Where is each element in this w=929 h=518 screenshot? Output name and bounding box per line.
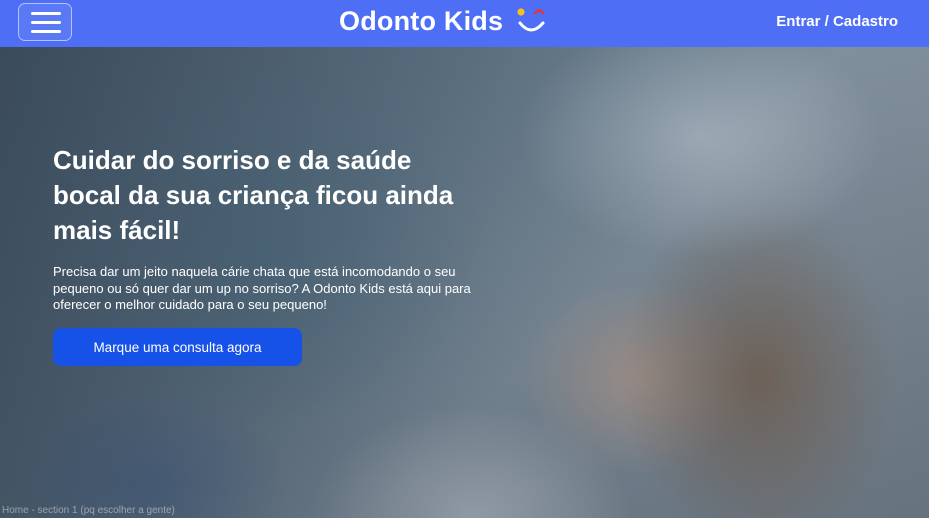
brand-logo[interactable]: Odonto Kids	[339, 3, 547, 39]
hero-title: Cuidar do sorriso e da saúde bocal da su…	[53, 145, 454, 245]
navbar: Odonto Kids Entrar / Cadastro	[0, 0, 929, 47]
login-register-link[interactable]: Entrar / Cadastro	[776, 13, 898, 30]
brand-name: Odonto Kids	[339, 5, 504, 36]
book-appointment-button[interactable]: Marque uma consulta agora	[53, 328, 302, 366]
hamburger-menu-icon	[31, 30, 61, 33]
frame-label: Home - section 1 (pq escolher a gente)	[2, 505, 175, 516]
hamburger-menu-icon	[31, 21, 61, 24]
menu-button[interactable]	[18, 3, 72, 41]
smile-logo-icon	[517, 8, 545, 32]
hamburger-menu-icon	[31, 12, 61, 15]
hero-description: Precisa dar um jeito naquela cárie chata…	[53, 264, 471, 312]
